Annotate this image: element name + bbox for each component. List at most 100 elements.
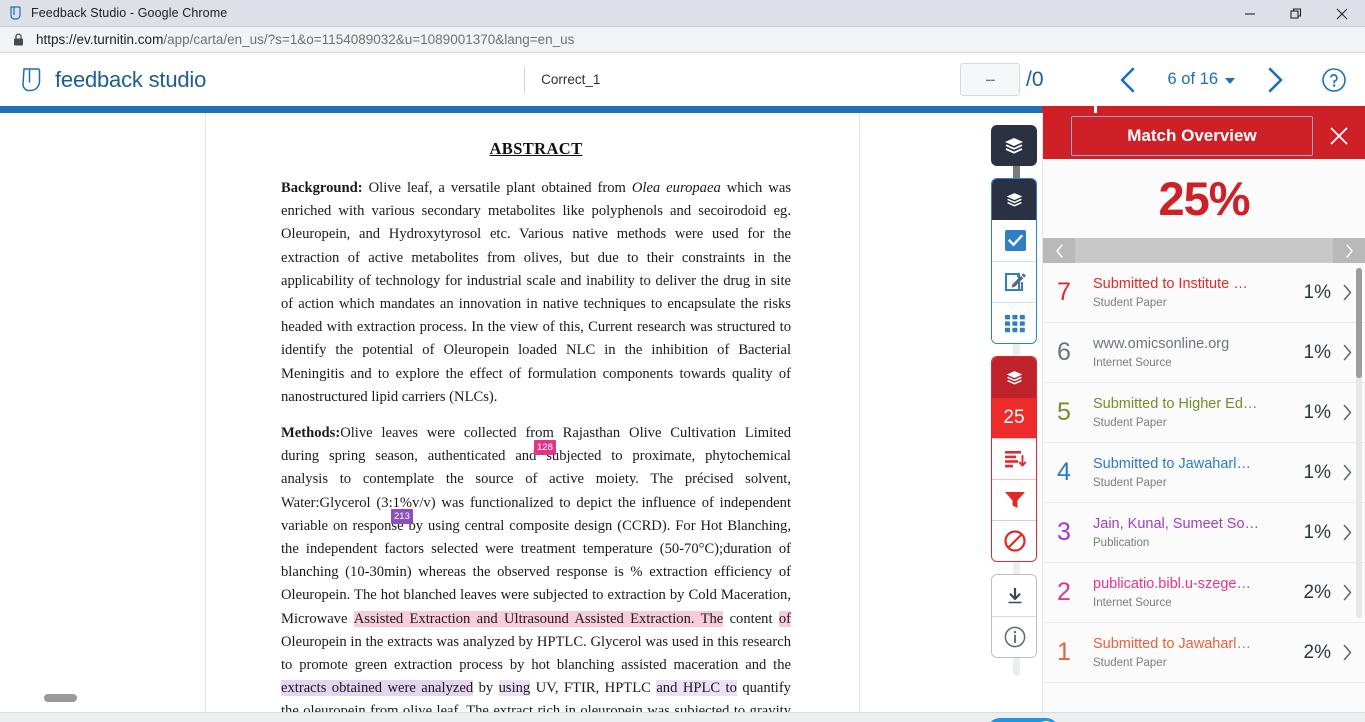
horizontal-scrollbar-thumb[interactable] — [44, 694, 77, 702]
edit-note-icon[interactable] — [992, 261, 1037, 302]
match-row[interactable]: 1Submitted to Jawaharl…Student Paper2% — [1043, 623, 1365, 683]
window-title: Feedback Studio - Google Chrome — [31, 6, 227, 20]
sources-icon[interactable] — [992, 438, 1037, 479]
match-row[interactable]: 3Jain, Kunal, Sumeet So…Publication1% — [1043, 503, 1365, 563]
match-source-type: Student Paper — [1093, 415, 1304, 431]
document-viewport[interactable]: ABSTRACT Background: Olive leaf, a versa… — [0, 113, 1042, 712]
match-info: www.omicsonline.orgInternet Source — [1093, 335, 1304, 371]
match-highlight-213-text: extracts obtained were analyzed — [281, 680, 473, 696]
match-badge-128[interactable]: 128 — [534, 440, 556, 455]
layers-icon[interactable] — [992, 179, 1036, 220]
footer-controls: Text-only Report High Resolution On — [738, 718, 1365, 722]
layers-icon[interactable] — [992, 357, 1036, 398]
app-header: feedback studio Correct_1 -- /0 6 of 16 — [0, 53, 1365, 106]
match-rank: 6 — [1057, 338, 1093, 367]
match-source-name[interactable]: Submitted to Jawaharl… — [1093, 635, 1304, 654]
match-row[interactable]: 2publicatio.bibl.u-szege…Internet Source… — [1043, 563, 1365, 623]
url-path: /app/carta/en_us/?s=1&o=1154089032&u=108… — [163, 32, 574, 47]
progress-red-segment-1 — [1042, 106, 1094, 113]
species-name: Olea europaea — [632, 180, 721, 196]
match-rank: 1 — [1057, 638, 1093, 667]
match-overview-panel: Match Overview 25% 7Submitted to Institu… — [1042, 113, 1365, 712]
close-icon[interactable] — [1319, 0, 1365, 27]
rail-group-layers — [991, 125, 1037, 166]
match-pager-prev[interactable] — [1043, 238, 1075, 263]
page-indicator-label: 6 of 16 — [1168, 70, 1218, 89]
status-bar: Page: 1 of 131 Word Count: 32364 Text-on… — [0, 712, 1365, 722]
match-percentage: 2% — [1304, 582, 1331, 604]
page-indicator[interactable]: 6 of 16 — [1168, 70, 1235, 89]
header-right-controls: -- /0 6 of 16 — [960, 53, 1365, 106]
match-pager — [1043, 238, 1365, 263]
exclude-icon[interactable] — [992, 520, 1037, 561]
match-source-type: Publication — [1093, 535, 1304, 551]
methods-label: Methods: — [281, 425, 340, 441]
match-pager-next[interactable] — [1333, 238, 1365, 263]
match-source-type: Student Paper — [1093, 295, 1304, 311]
background-label: Background: — [281, 180, 363, 196]
restore-icon[interactable] — [1273, 0, 1319, 27]
checkbox-icon[interactable] — [992, 220, 1037, 261]
high-resolution-toggle[interactable]: On — [987, 718, 1059, 722]
layers-icon[interactable] — [991, 125, 1037, 166]
match-source-type: Internet Source — [1093, 595, 1304, 611]
match-source-name[interactable]: www.omicsonline.org — [1093, 335, 1304, 354]
match-source-name[interactable]: Submitted to Jawaharl… — [1093, 455, 1304, 474]
match-list-scrollbar-thumb[interactable] — [1356, 268, 1362, 378]
match-highlight-213[interactable]: 213extracts obtained were analyzed — [281, 680, 473, 696]
grid-icon[interactable] — [992, 302, 1037, 343]
match-highlight-using[interactable]: using — [499, 680, 531, 696]
minimize-icon[interactable] — [1227, 0, 1273, 27]
feedback-studio-brand: feedback studio — [20, 66, 206, 94]
match-highlight-hplc[interactable]: and HPLC to — [656, 680, 737, 696]
match-percentage: 1% — [1304, 402, 1331, 424]
main-body: ABSTRACT Background: Olive leaf, a versa… — [0, 113, 1365, 712]
match-source-type: Student Paper — [1093, 475, 1304, 491]
match-rank: 5 — [1057, 398, 1093, 427]
window-titlebar: Feedback Studio - Google Chrome — [0, 0, 1365, 27]
progress-blue-segment — [0, 106, 1042, 113]
match-list[interactable]: 7Submitted to Institute …Student Paper1%… — [1043, 263, 1365, 712]
abstract-heading: ABSTRACT — [281, 139, 791, 159]
help-icon[interactable] — [1321, 67, 1347, 93]
match-row[interactable]: 5Submitted to Higher Ed…Student Paper1% — [1043, 383, 1365, 443]
browser-addressbar[interactable]: https://ev.turnitin.com/app/carta/en_us/… — [0, 27, 1365, 53]
close-icon[interactable] — [1313, 113, 1365, 159]
match-overview-title[interactable]: Match Overview — [1071, 116, 1313, 156]
match-source-name[interactable]: Jain, Kunal, Sumeet So… — [1093, 515, 1304, 534]
info-icon[interactable] — [992, 616, 1037, 657]
match-badge-213[interactable]: 213 — [391, 509, 413, 524]
brand-name: feedback studio — [55, 67, 206, 93]
match-highlight-128-text: Assisted Extraction and Ultrasound Assis… — [354, 611, 724, 627]
match-highlight-128[interactable]: 128Assisted Extraction and Ultrasound As… — [354, 611, 724, 627]
filter-icon[interactable] — [992, 479, 1037, 520]
next-page-button[interactable] — [1253, 58, 1297, 102]
url-text[interactable]: https://ev.turnitin.com/app/carta/en_us/… — [36, 32, 574, 47]
turnitin-logo-icon — [20, 66, 46, 94]
paragraph-background: Background: Olive leaf, a versatile plan… — [281, 177, 791, 409]
window-controls — [1227, 0, 1365, 27]
match-rank: 2 — [1057, 578, 1093, 607]
chevron-right-icon[interactable] — [1341, 644, 1359, 661]
match-highlight-of[interactable]: of — [779, 611, 791, 627]
match-percentage: 1% — [1304, 522, 1331, 544]
match-source-name[interactable]: publicatio.bibl.u-szege… — [1093, 575, 1304, 594]
progress-red-segment-2 — [1097, 106, 1365, 113]
match-percentage: 1% — [1304, 342, 1331, 364]
previous-page-button[interactable] — [1106, 58, 1150, 102]
match-row[interactable]: 6www.omicsonline.orgInternet Source1% — [1043, 323, 1365, 383]
rail-group-utilities — [991, 574, 1037, 658]
match-info: Submitted to Jawaharl…Student Paper — [1093, 635, 1304, 671]
match-row[interactable]: 7Submitted to Institute …Student Paper1% — [1043, 263, 1365, 323]
download-icon[interactable] — [992, 575, 1037, 616]
match-row[interactable]: 4Submitted to Jawaharl…Student Paper1% — [1043, 443, 1365, 503]
methods-text-d: by — [473, 680, 498, 696]
grade-input[interactable]: -- — [960, 63, 1020, 96]
match-list-scrollbar[interactable] — [1356, 268, 1362, 618]
similarity-score-badge[interactable]: 25 — [992, 398, 1036, 438]
match-info: Submitted to Institute …Student Paper — [1093, 275, 1304, 311]
match-percentage: 2% — [1304, 642, 1331, 664]
match-source-name[interactable]: Submitted to Institute … — [1093, 275, 1304, 294]
match-info: Submitted to Higher Ed…Student Paper — [1093, 395, 1304, 431]
match-source-name[interactable]: Submitted to Higher Ed… — [1093, 395, 1304, 414]
